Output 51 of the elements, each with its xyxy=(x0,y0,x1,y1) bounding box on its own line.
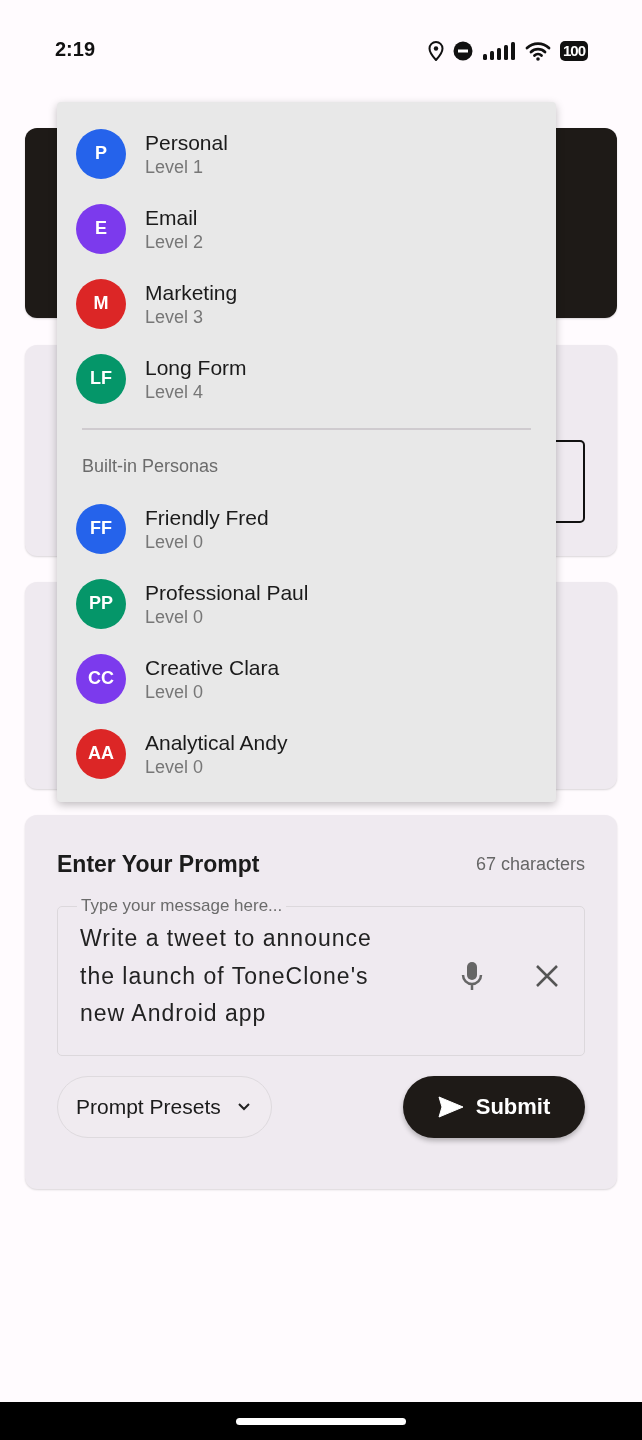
persona-avatar: CC xyxy=(76,653,126,704)
persona-item[interactable]: AA Analytical Andy Level 0 xyxy=(57,716,556,791)
persona-name: Friendly Fred xyxy=(145,505,269,531)
persona-avatar: P xyxy=(76,128,126,179)
persona-avatar: LF xyxy=(76,353,126,404)
section-title: Built-in Personas xyxy=(81,455,220,478)
character-count: 67 characters xyxy=(475,854,585,875)
close-icon[interactable] xyxy=(535,964,559,989)
persona-name: Marketing xyxy=(145,280,238,306)
do-not-disturb-icon xyxy=(452,41,473,61)
wifi-icon xyxy=(524,41,551,61)
persona-avatar: AA xyxy=(76,728,126,779)
persona-name: Personal xyxy=(145,130,228,156)
battery-indicator: 100 xyxy=(559,41,588,61)
prompt-text[interactable]: Write a tweet to announce the launch of ToneClone's new Android app xyxy=(80,920,385,1033)
prompt-title: Enter Your Prompt xyxy=(57,851,260,878)
persona-avatar: M xyxy=(76,278,126,329)
persona-item[interactable]: M Marketing Level 3 xyxy=(57,266,556,341)
persona-name: Analytical Andy xyxy=(145,730,288,756)
persona-avatar: PP xyxy=(76,578,126,629)
persona-item[interactable]: P Personal Level 1 xyxy=(57,116,556,191)
persona-item[interactable]: LF Long Form Level 4 xyxy=(57,341,556,416)
microphone-icon[interactable] xyxy=(460,960,484,993)
persona-level: Level 1 xyxy=(145,156,205,178)
chevron-down-icon xyxy=(236,1101,251,1112)
field-label: Type your message here... xyxy=(80,896,284,916)
persona-level: Level 0 xyxy=(145,606,205,628)
persona-avatar: E xyxy=(76,203,126,254)
signal-icon xyxy=(481,41,516,61)
prompt-presets-button[interactable]: Prompt Presets xyxy=(57,1075,272,1138)
persona-item[interactable]: FF Friendly Fred Level 0 xyxy=(57,491,556,566)
submit-button[interactable]: Submit xyxy=(403,1075,585,1138)
location-icon xyxy=(427,41,444,61)
persona-item[interactable]: CC Creative Clara Level 0 xyxy=(57,641,556,716)
persona-name: Email xyxy=(145,205,199,231)
send-icon xyxy=(437,1095,464,1118)
persona-level: Level 2 xyxy=(145,231,204,253)
persona-name: Long Form xyxy=(145,355,247,381)
persona-level: Level 3 xyxy=(145,306,205,328)
home-handle[interactable] xyxy=(236,1417,406,1425)
persona-name: Professional Paul xyxy=(145,580,309,606)
persona-level: Level 0 xyxy=(145,531,205,553)
persona-avatar: FF xyxy=(76,503,126,554)
persona-level: Level 4 xyxy=(145,381,205,403)
persona-item[interactable]: E Email Level 2 xyxy=(57,191,556,266)
persona-level: Level 0 xyxy=(145,756,205,778)
status-time: 2:19 xyxy=(55,38,96,61)
persona-item[interactable]: PP Professional Paul Level 0 xyxy=(57,566,556,641)
prompt-field[interactable]: Type your message here... Write a tweet to announce the launch of ToneClone's new Android app xyxy=(57,896,585,1056)
persona-name: Creative Clara xyxy=(145,655,280,681)
persona-level: Level 0 xyxy=(145,681,205,703)
